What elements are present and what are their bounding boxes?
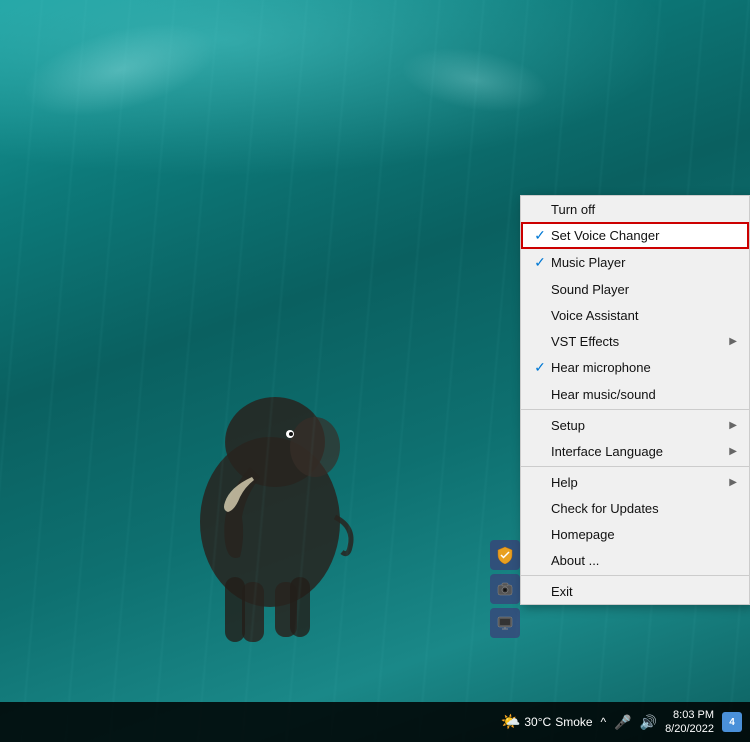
- menu-separator: [521, 409, 749, 410]
- menu-label-music-player: Music Player: [551, 255, 737, 270]
- menu-label-setup: Setup: [551, 418, 729, 433]
- menu-label-hear-music: Hear music/sound: [551, 387, 737, 402]
- menu-item-music-player[interactable]: ✓Music Player: [521, 249, 749, 276]
- menu-item-vst-effects[interactable]: VST Effects▶: [521, 328, 749, 354]
- date: 8/20/2022: [665, 722, 714, 736]
- menu-item-hear-microphone[interactable]: ✓Hear microphone: [521, 354, 749, 381]
- submenu-arrow-vst-effects: ▶: [729, 336, 737, 347]
- menu-check-set-voice-changer: ✓: [529, 227, 551, 244]
- menu-label-sound-player: Sound Player: [551, 282, 737, 297]
- menu-check-hear-microphone: ✓: [529, 359, 551, 376]
- menu-label-about: About ...: [551, 553, 737, 568]
- menu-item-voice-assistant[interactable]: Voice Assistant: [521, 302, 749, 328]
- menu-item-homepage[interactable]: Homepage: [521, 521, 749, 547]
- weather-widget: 🌤️ 30°C Smoke: [500, 712, 592, 732]
- temperature: 30°C: [524, 715, 551, 729]
- time: 8:03 PM: [673, 708, 714, 722]
- condition: Smoke: [555, 715, 592, 729]
- menu-separator: [521, 575, 749, 576]
- menu-label-help: Help: [551, 475, 729, 490]
- menu-item-about[interactable]: About ...: [521, 547, 749, 573]
- menu-label-homepage: Homepage: [551, 527, 737, 542]
- menu-item-turn-off[interactable]: Turn off: [521, 196, 749, 222]
- tray-camera-icon[interactable]: [490, 574, 520, 604]
- submenu-arrow-help: ▶: [729, 477, 737, 488]
- submenu-arrow-interface-language: ▶: [729, 446, 737, 457]
- menu-item-help[interactable]: Help▶: [521, 469, 749, 495]
- menu-item-sound-player[interactable]: Sound Player: [521, 276, 749, 302]
- clock[interactable]: 8:03 PM 8/20/2022: [665, 708, 714, 737]
- tray-screen-icon[interactable]: [490, 608, 520, 638]
- menu-separator: [521, 466, 749, 467]
- menu-label-exit: Exit: [551, 584, 737, 599]
- menu-check-music-player: ✓: [529, 254, 551, 271]
- menu-label-vst-effects: VST Effects: [551, 334, 729, 349]
- taskbar: 🌤️ 30°C Smoke ^ 🎤 🔊 8:03 PM 8/20/2022 4: [0, 702, 750, 742]
- menu-item-hear-music[interactable]: Hear music/sound: [521, 381, 749, 407]
- submenu-arrow-setup: ▶: [729, 420, 737, 431]
- menu-item-interface-language[interactable]: Interface Language▶: [521, 438, 749, 464]
- elephant-image: [170, 362, 370, 662]
- microphone-icon: 🎤: [614, 714, 631, 731]
- taskbar-right: 🌤️ 30°C Smoke ^ 🎤 🔊 8:03 PM 8/20/2022 4: [500, 708, 742, 737]
- menu-label-hear-microphone: Hear microphone: [551, 360, 737, 375]
- volume-icon[interactable]: 🔊: [640, 714, 657, 731]
- menu-item-setup[interactable]: Setup▶: [521, 412, 749, 438]
- menu-label-interface-language: Interface Language: [551, 444, 729, 459]
- menu-label-voice-assistant: Voice Assistant: [551, 308, 737, 323]
- menu-item-exit[interactable]: Exit: [521, 578, 749, 604]
- menu-label-turn-off: Turn off: [551, 202, 737, 217]
- menu-item-set-voice-changer[interactable]: ✓Set Voice Changer: [521, 222, 749, 249]
- weather-icon: 🌤️: [500, 712, 520, 732]
- notification-badge[interactable]: 4: [722, 712, 742, 732]
- tray-shield-icon[interactable]: [490, 540, 520, 570]
- menu-label-check-updates: Check for Updates: [551, 501, 737, 516]
- expand-tray-button[interactable]: ^: [601, 715, 607, 729]
- menu-label-set-voice-changer: Set Voice Changer: [551, 228, 737, 243]
- menu-item-check-updates[interactable]: Check for Updates: [521, 495, 749, 521]
- context-menu: Turn off✓Set Voice Changer✓Music PlayerS…: [520, 195, 750, 605]
